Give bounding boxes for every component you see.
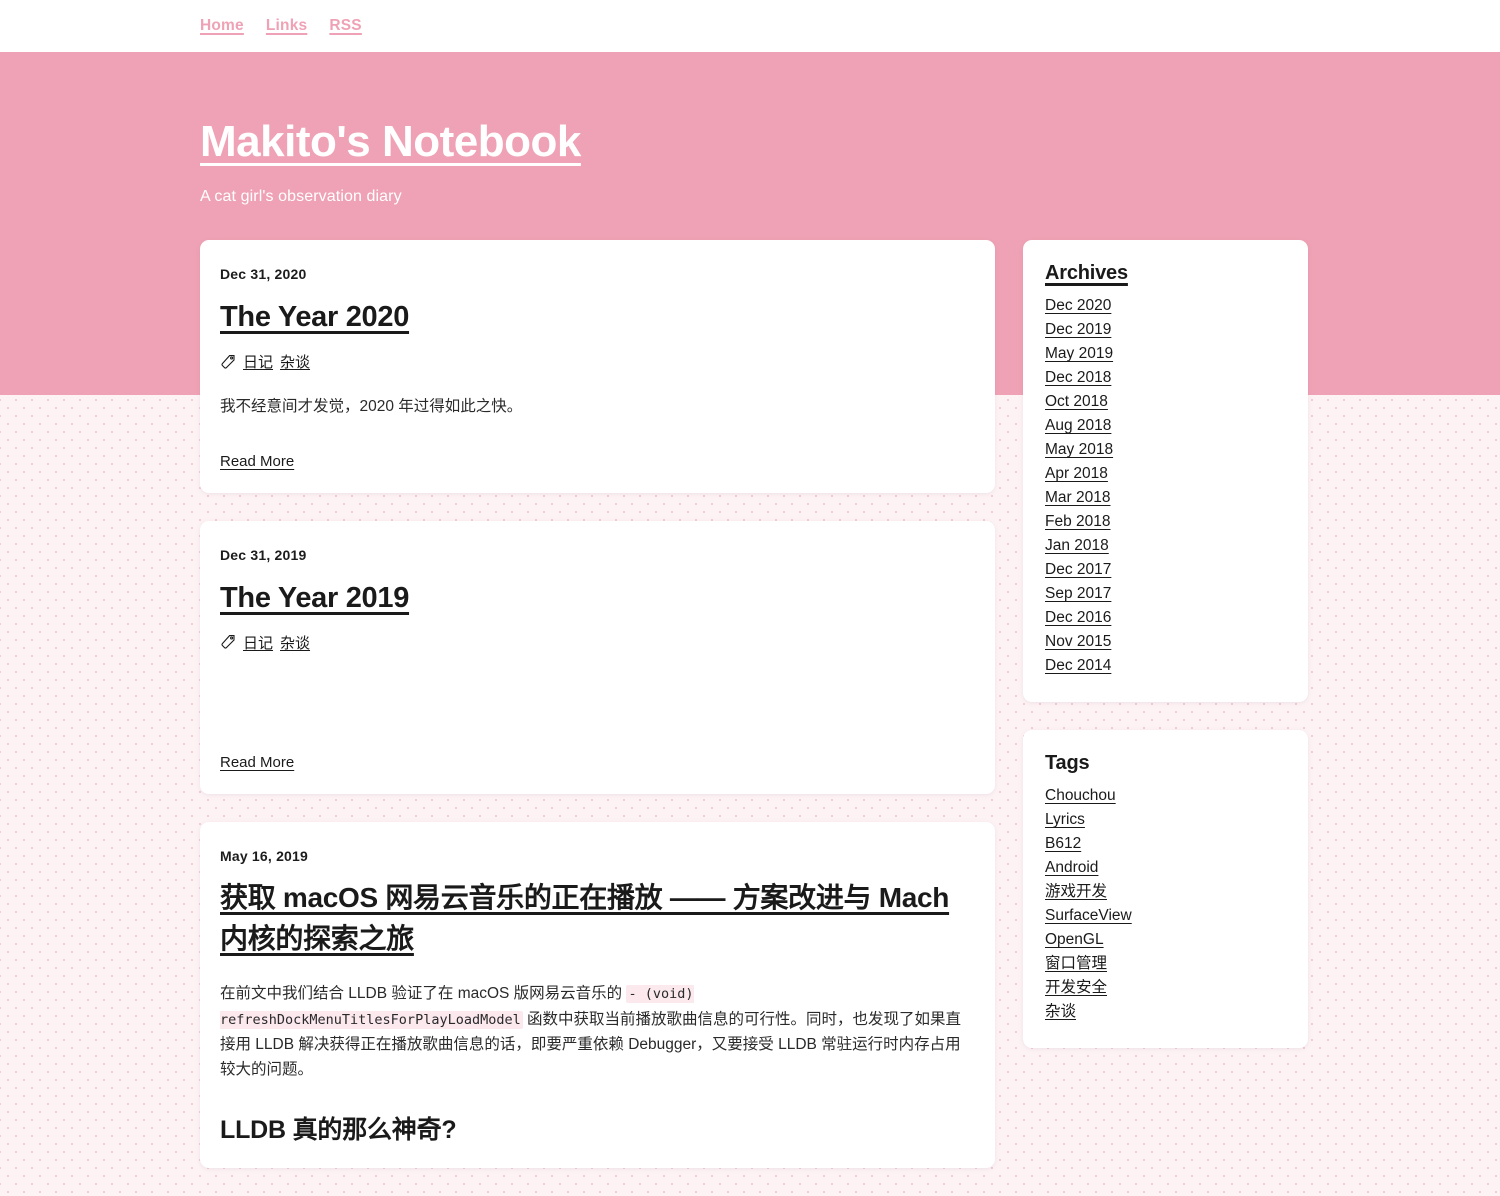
archive-link[interactable]: Nov 2015 bbox=[1045, 633, 1111, 650]
tag-link[interactable]: SurfaceView bbox=[1045, 907, 1132, 924]
tag-link[interactable]: Lyrics bbox=[1045, 811, 1085, 828]
tags-list: Chouchou Lyrics B612 Android 游戏开发 Surfac… bbox=[1045, 784, 1286, 1024]
list-item: Dec 2016 bbox=[1045, 606, 1286, 630]
post-date: Dec 31, 2019 bbox=[220, 546, 307, 563]
list-item: Dec 2017 bbox=[1045, 558, 1286, 582]
nav-link-links[interactable]: Links bbox=[266, 17, 307, 35]
post-tag-link[interactable]: 日记 bbox=[243, 351, 273, 372]
post-excerpt: 在前文中我们结合 LLDB 验证了在 macOS 版网易云音乐的 - (void… bbox=[220, 981, 975, 1081]
sidebar: Archives Dec 2020 Dec 2019 May 2019 Dec … bbox=[1023, 240, 1308, 1076]
list-item: Dec 2014 bbox=[1045, 654, 1286, 678]
archive-link[interactable]: Dec 2018 bbox=[1045, 369, 1111, 386]
archives-widget: Archives Dec 2020 Dec 2019 May 2019 Dec … bbox=[1023, 240, 1308, 702]
list-item: May 2019 bbox=[1045, 342, 1286, 366]
post-date: May 16, 2019 bbox=[220, 848, 309, 865]
list-item: OpenGL bbox=[1045, 928, 1286, 952]
archive-link[interactable]: Aug 2018 bbox=[1045, 417, 1111, 434]
post-tag-link[interactable]: 杂谈 bbox=[280, 632, 310, 653]
list-item: 窗口管理 bbox=[1045, 952, 1286, 976]
tag-link[interactable]: Android bbox=[1045, 859, 1098, 876]
tag-link[interactable]: Chouchou bbox=[1045, 787, 1116, 804]
list-item: Lyrics bbox=[1045, 808, 1286, 832]
tag-link[interactable]: 杂谈 bbox=[1045, 1003, 1076, 1020]
list-item: Chouchou bbox=[1045, 784, 1286, 808]
archive-link[interactable]: Dec 2019 bbox=[1045, 321, 1111, 338]
archive-link[interactable]: May 2019 bbox=[1045, 345, 1113, 362]
archive-link[interactable]: Feb 2018 bbox=[1045, 513, 1111, 530]
tag-link[interactable]: 窗口管理 bbox=[1045, 955, 1107, 972]
tag-icon bbox=[220, 634, 236, 650]
post-excerpt bbox=[220, 675, 975, 721]
list-item: Jan 2018 bbox=[1045, 534, 1286, 558]
list-item: Android bbox=[1045, 856, 1286, 880]
post-tags: 日记 杂谈 bbox=[220, 632, 975, 653]
archives-list: Dec 2020 Dec 2019 May 2019 Dec 2018 Oct … bbox=[1045, 294, 1286, 678]
list-item: Aug 2018 bbox=[1045, 414, 1286, 438]
tags-widget: Tags Chouchou Lyrics B612 Android 游戏开发 S… bbox=[1023, 730, 1308, 1048]
post-sub-heading: LLDB 真的那么神奇? bbox=[220, 1115, 457, 1144]
site-tagline: A cat girl's observation diary bbox=[200, 187, 402, 205]
archive-link[interactable]: Jan 2018 bbox=[1045, 537, 1109, 554]
list-item: Dec 2020 bbox=[1045, 294, 1286, 318]
archives-title: Archives bbox=[1045, 262, 1128, 284]
archive-link[interactable]: Sep 2017 bbox=[1045, 585, 1111, 602]
top-navigation-bar: Home Links RSS bbox=[0, 0, 1500, 52]
nav-link-rss[interactable]: RSS bbox=[329, 17, 361, 35]
list-item: 开发安全 bbox=[1045, 976, 1286, 1000]
archive-link[interactable]: Dec 2020 bbox=[1045, 297, 1111, 314]
archive-link[interactable]: Mar 2018 bbox=[1045, 489, 1110, 506]
tags-title: Tags bbox=[1045, 752, 1090, 774]
post-card: May 16, 2019 获取 macOS 网易云音乐的正在播放 —— 方案改进… bbox=[200, 822, 995, 1168]
post-list: Dec 31, 2020 The Year 2020 日记 杂谈 我不经意间才发… bbox=[200, 240, 995, 1196]
list-item: Dec 2019 bbox=[1045, 318, 1286, 342]
read-more-link[interactable]: Read More bbox=[220, 453, 294, 470]
post-tag-link[interactable]: 杂谈 bbox=[280, 351, 310, 372]
nav-link-home[interactable]: Home bbox=[200, 17, 244, 35]
header-content: Makito's Notebook A cat girl's observati… bbox=[0, 52, 1500, 206]
post-title-link[interactable]: The Year 2019 bbox=[220, 577, 409, 619]
list-item: Dec 2018 bbox=[1045, 366, 1286, 390]
tag-icon bbox=[220, 354, 236, 370]
post-title-link[interactable]: 获取 macOS 网易云音乐的正在播放 —— 方案改进与 Mach 内核的探索之… bbox=[220, 878, 975, 959]
archive-link[interactable]: May 2018 bbox=[1045, 441, 1113, 458]
list-item: May 2018 bbox=[1045, 438, 1286, 462]
post-tag-link[interactable]: 日记 bbox=[243, 632, 273, 653]
list-item: Mar 2018 bbox=[1045, 486, 1286, 510]
archive-link[interactable]: Dec 2014 bbox=[1045, 657, 1111, 674]
archive-link[interactable]: Oct 2018 bbox=[1045, 393, 1108, 410]
post-title-link[interactable]: The Year 2020 bbox=[220, 296, 409, 338]
tag-link[interactable]: OpenGL bbox=[1045, 931, 1104, 948]
tag-link[interactable]: 开发安全 bbox=[1045, 979, 1107, 996]
post-card: Dec 31, 2020 The Year 2020 日记 杂谈 我不经意间才发… bbox=[200, 240, 995, 493]
post-excerpt: 我不经意间才发觉，2020 年过得如此之快。 bbox=[220, 398, 523, 416]
archive-link[interactable]: Apr 2018 bbox=[1045, 465, 1108, 482]
site-title[interactable]: Makito's Notebook bbox=[200, 52, 581, 168]
list-item: B612 bbox=[1045, 832, 1286, 856]
list-item: Feb 2018 bbox=[1045, 510, 1286, 534]
list-item: SurfaceView bbox=[1045, 904, 1286, 928]
archive-link[interactable]: Dec 2016 bbox=[1045, 609, 1111, 626]
tag-link[interactable]: 游戏开发 bbox=[1045, 883, 1107, 900]
post-card: Dec 31, 2019 The Year 2019 日记 杂谈 Read Mo… bbox=[200, 520, 995, 795]
list-item: Sep 2017 bbox=[1045, 582, 1286, 606]
list-item: Oct 2018 bbox=[1045, 390, 1286, 414]
post-tags: 日记 杂谈 bbox=[220, 351, 975, 372]
list-item: Nov 2015 bbox=[1045, 630, 1286, 654]
archive-link[interactable]: Dec 2017 bbox=[1045, 561, 1111, 578]
page-layout: Dec 31, 2020 The Year 2020 日记 杂谈 我不经意间才发… bbox=[0, 240, 1500, 1196]
list-item: Apr 2018 bbox=[1045, 462, 1286, 486]
post-date: Dec 31, 2020 bbox=[220, 266, 307, 282]
read-more-link[interactable]: Read More bbox=[220, 754, 294, 771]
list-item: 游戏开发 bbox=[1045, 880, 1286, 904]
list-item: 杂谈 bbox=[1045, 1000, 1286, 1024]
tag-link[interactable]: B612 bbox=[1045, 835, 1081, 852]
